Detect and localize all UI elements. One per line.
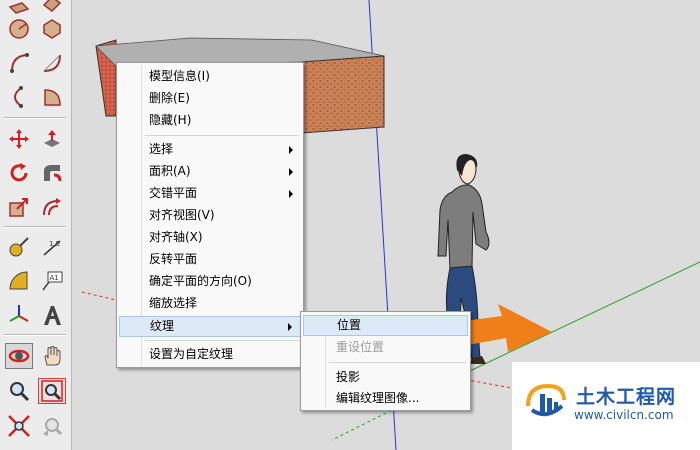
circle-icon[interactable] (5, 16, 33, 42)
submenu-arrow-icon (289, 167, 293, 176)
pie-icon[interactable] (38, 84, 66, 110)
submenu-item-edit-texture-image[interactable]: 编辑纹理图像... (303, 388, 468, 409)
rotate-icon[interactable] (5, 160, 33, 186)
offset-icon[interactable] (38, 194, 66, 220)
submenu-item-position[interactable]: 位置 (303, 315, 468, 336)
arc-icon[interactable] (5, 50, 33, 76)
follow-me-icon[interactable] (38, 160, 66, 186)
watermark-title: 土木工程网 (576, 386, 677, 408)
tool-palette: 1.5 A1 (0, 0, 72, 450)
submenu-arrow-icon (289, 189, 293, 198)
menu-item-reverse-faces[interactable]: 反转平面 (119, 249, 301, 270)
menu-item-texture[interactable]: 纹理 (119, 316, 301, 337)
menu-item-hide[interactable]: 隐藏(H) (119, 110, 301, 131)
submenu-arrow-icon (288, 322, 292, 331)
menu-separator (145, 135, 299, 136)
scale-icon[interactable] (5, 194, 33, 220)
menu-item-area[interactable]: 面积(A) (119, 161, 301, 182)
orbit-icon[interactable] (5, 343, 33, 369)
menu-separator (145, 340, 299, 341)
menu-item-make-unique-texture[interactable]: 设置为自定纹理 (119, 344, 301, 365)
menu-item-label: 交错平面 (149, 186, 198, 200)
dimension-icon[interactable]: 1.5 (38, 234, 66, 260)
menu-item-align-view[interactable]: 对齐视图(V) (119, 205, 301, 226)
three-point-arc-icon[interactable] (5, 84, 33, 110)
texture-submenu: 位置 重设位置 投影 编辑纹理图像... (300, 311, 471, 411)
menu-item-intersect[interactable]: 交错平面 (119, 183, 301, 204)
two-point-arc-icon[interactable] (38, 50, 66, 76)
pan-icon[interactable] (38, 343, 66, 369)
svg-text:1.5: 1.5 (49, 240, 60, 248)
protractor-icon[interactable] (5, 268, 33, 294)
menu-separator (329, 362, 466, 363)
menu-item-zoom-selection[interactable]: 缩放选择 (119, 293, 301, 314)
menu-item-label: 选择 (149, 142, 174, 156)
menu-item-delete[interactable]: 删除(E) (119, 88, 301, 109)
menu-item-orient-faces[interactable]: 确定平面的方向(O) (119, 271, 301, 292)
polygon-icon[interactable] (38, 16, 66, 42)
context-menu: 模型信息(I) 删除(E) 隐藏(H) 选择 面积(A) 交错平面 对齐视图(V… (116, 62, 304, 368)
zoom-icon[interactable] (5, 378, 33, 404)
menu-item-select[interactable]: 选择 (119, 139, 301, 160)
watermark-logo-icon (526, 383, 566, 417)
svg-text:A1: A1 (50, 274, 59, 282)
submenu-item-reset-position: 重设位置 (336, 340, 385, 354)
menu-item-label: 纹理 (150, 319, 175, 333)
menu-item-align-axes[interactable]: 对齐轴(X) (119, 227, 301, 248)
move-icon[interactable] (5, 126, 33, 152)
text-icon[interactable]: A1 (38, 268, 66, 294)
axes-icon[interactable] (5, 302, 33, 328)
watermark-url: www.civilcn.com (574, 408, 674, 422)
menu-item-label: 面积(A) (149, 164, 191, 178)
submenu-item-projected[interactable]: 投影 (303, 367, 468, 388)
previous-view-icon[interactable] (38, 413, 66, 439)
3d-text-icon[interactable] (38, 302, 66, 328)
push-pull-icon[interactable] (38, 126, 66, 152)
tape-measure-icon[interactable] (5, 234, 33, 260)
site-watermark: 土木工程网 www.civilcn.com (512, 362, 700, 450)
zoom-window-icon[interactable] (38, 378, 66, 404)
zoom-extents-icon[interactable] (5, 413, 33, 439)
menu-item-model-info[interactable]: 模型信息(I) (119, 66, 301, 87)
submenu-arrow-icon (289, 145, 293, 154)
